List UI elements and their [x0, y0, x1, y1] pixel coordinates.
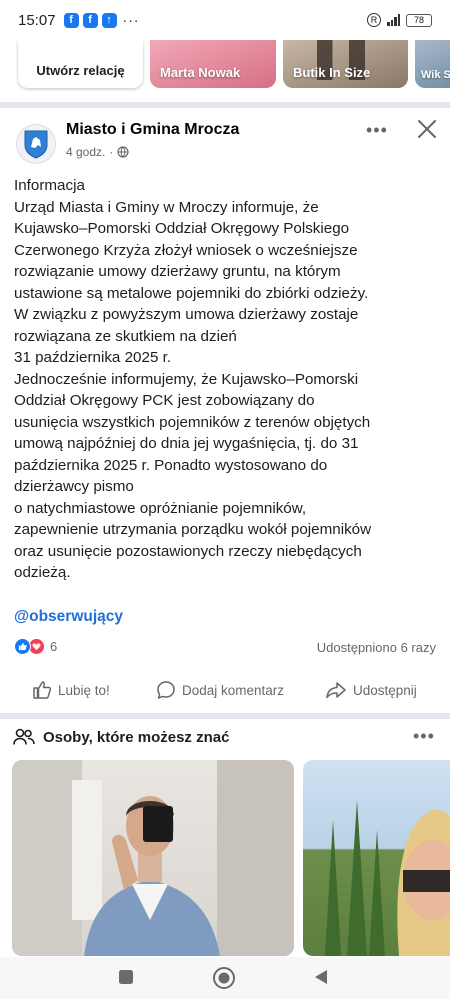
suggested-person-card[interactable]	[303, 760, 450, 956]
section-divider	[0, 713, 450, 719]
create-story-card[interactable]: Utwórz relację	[18, 40, 143, 88]
post-line: Czerwonego Krzyża złożył wniosek o wcześ…	[14, 241, 358, 259]
comment-icon	[157, 681, 175, 699]
person-photo	[325, 800, 450, 956]
comment-label: Dodaj komentarz	[182, 682, 285, 698]
status-bar: 15:07 f f ↑ ··· R 78	[0, 0, 450, 40]
battery-icon: 78	[406, 13, 432, 27]
post-text: Informacja Urząd Miasta i Gminy w Mroczy…	[14, 175, 444, 584]
mention-link[interactable]: @obserwujący	[14, 608, 123, 626]
story-card[interactable]: Marta Nowak	[150, 40, 276, 88]
post-line: Oddział Okręgowy PCK jest zobowiązany do	[14, 392, 315, 409]
post-line: ustawione są metalowe pojemniki do zbiór…	[14, 284, 369, 302]
post-line: rozwiązanie umowy dzierżawy gruntu, na k…	[14, 263, 341, 280]
story-name: Wik Szcz	[421, 69, 450, 81]
like-label: Lubię to!	[58, 682, 110, 698]
post-line: zapewnienie utrzymania porządku wokół po…	[14, 521, 372, 538]
more-notifications-icon: ···	[122, 12, 140, 28]
reaction-count: 6	[50, 639, 58, 654]
post-line: odzieżą.	[14, 564, 71, 581]
facebook-notification-icon: f	[63, 12, 79, 28]
post-line: Urząd Miasta i Gminy w Mroczy informuje,…	[14, 198, 319, 216]
share-button[interactable]: Udostępnij	[325, 680, 417, 700]
post-meta: 4 godz. ·	[66, 145, 129, 159]
post-author[interactable]: Miasto i Gmina Mrocza	[66, 121, 239, 139]
back-icon[interactable]	[312, 968, 330, 986]
people-icon	[13, 728, 35, 745]
post-line: Kujawsko–Pomorski Oddział Okręgowy Polsk…	[14, 220, 350, 237]
post-line: Informacja	[14, 177, 85, 194]
story-name: Marta Nowak	[160, 65, 241, 80]
post-line: o natychmiastowe opróżnianie pojemników,	[14, 499, 307, 517]
share-label: Udostępnij	[353, 682, 417, 698]
post-line: dzierżawcy pismo	[14, 478, 134, 495]
post-line: oraz usunięcie pozostawionych rzeczy nie…	[14, 542, 362, 560]
reactions-summary[interactable]: 6	[14, 638, 57, 655]
person-photo	[12, 760, 294, 956]
like-reaction-icon	[14, 638, 31, 655]
post-line: umową najpóźniej do dnia jej wygaśnięcia…	[14, 435, 359, 452]
story-card[interactable]: Butik In Size	[283, 40, 408, 88]
thumbs-up-icon	[33, 681, 52, 699]
suggested-person-card[interactable]	[12, 760, 294, 956]
post-line: października 2025 r. Ponadto wystosowano…	[14, 456, 328, 474]
pymk-header: Osoby, które możesz znać	[13, 728, 229, 746]
stories-row: Utwórz relację Marta Nowak Butik In Size…	[0, 40, 450, 102]
share-count[interactable]: Udostępniono 6 razy	[317, 640, 436, 655]
page-avatar[interactable]	[16, 124, 56, 164]
post-actions: Lubię to! Dodaj komentarz Udostępnij	[0, 672, 450, 708]
share-icon	[326, 682, 346, 699]
post-time[interactable]: 4 godz.	[66, 145, 105, 159]
comment-button[interactable]: Dodaj komentarz	[156, 680, 284, 700]
facebook-notification-icon: f	[82, 12, 98, 28]
pymk-title: Osoby, które możesz znać	[43, 728, 230, 746]
status-time: 15:07	[18, 11, 56, 29]
system-nav-bar	[0, 957, 450, 999]
create-story-label: Utwórz relację	[36, 63, 125, 78]
signal-icon	[387, 14, 400, 26]
close-icon[interactable]	[416, 118, 438, 140]
recent-apps-icon[interactable]	[117, 968, 135, 986]
like-button[interactable]: Lubię to!	[32, 680, 110, 700]
post-line: 31 października 2025 r.	[14, 349, 172, 366]
post-line: W związku z powyższym umowa dzierżawy zo…	[14, 306, 359, 323]
story-name: Butik In Size	[293, 65, 371, 80]
more-options-icon[interactable]: •••	[366, 120, 392, 140]
coat-of-arms-icon	[24, 130, 48, 159]
upload-notification-icon: ↑	[101, 12, 117, 28]
globe-icon	[117, 146, 129, 158]
story-card[interactable]: Wik Szcz	[415, 40, 450, 88]
post-line: Jednocześnie informujemy, że Kujawsko–Po…	[14, 370, 359, 388]
section-divider	[0, 102, 450, 108]
home-icon[interactable]	[212, 966, 236, 990]
more-options-icon[interactable]: •••	[413, 726, 435, 747]
meta-separator: ·	[109, 145, 114, 159]
post-line: usunięcia wszystkich pojemników z terenó…	[14, 413, 371, 431]
post-line: rozwiązana ze skutkiem na dzień	[14, 327, 237, 345]
registered-icon: R	[367, 13, 381, 27]
